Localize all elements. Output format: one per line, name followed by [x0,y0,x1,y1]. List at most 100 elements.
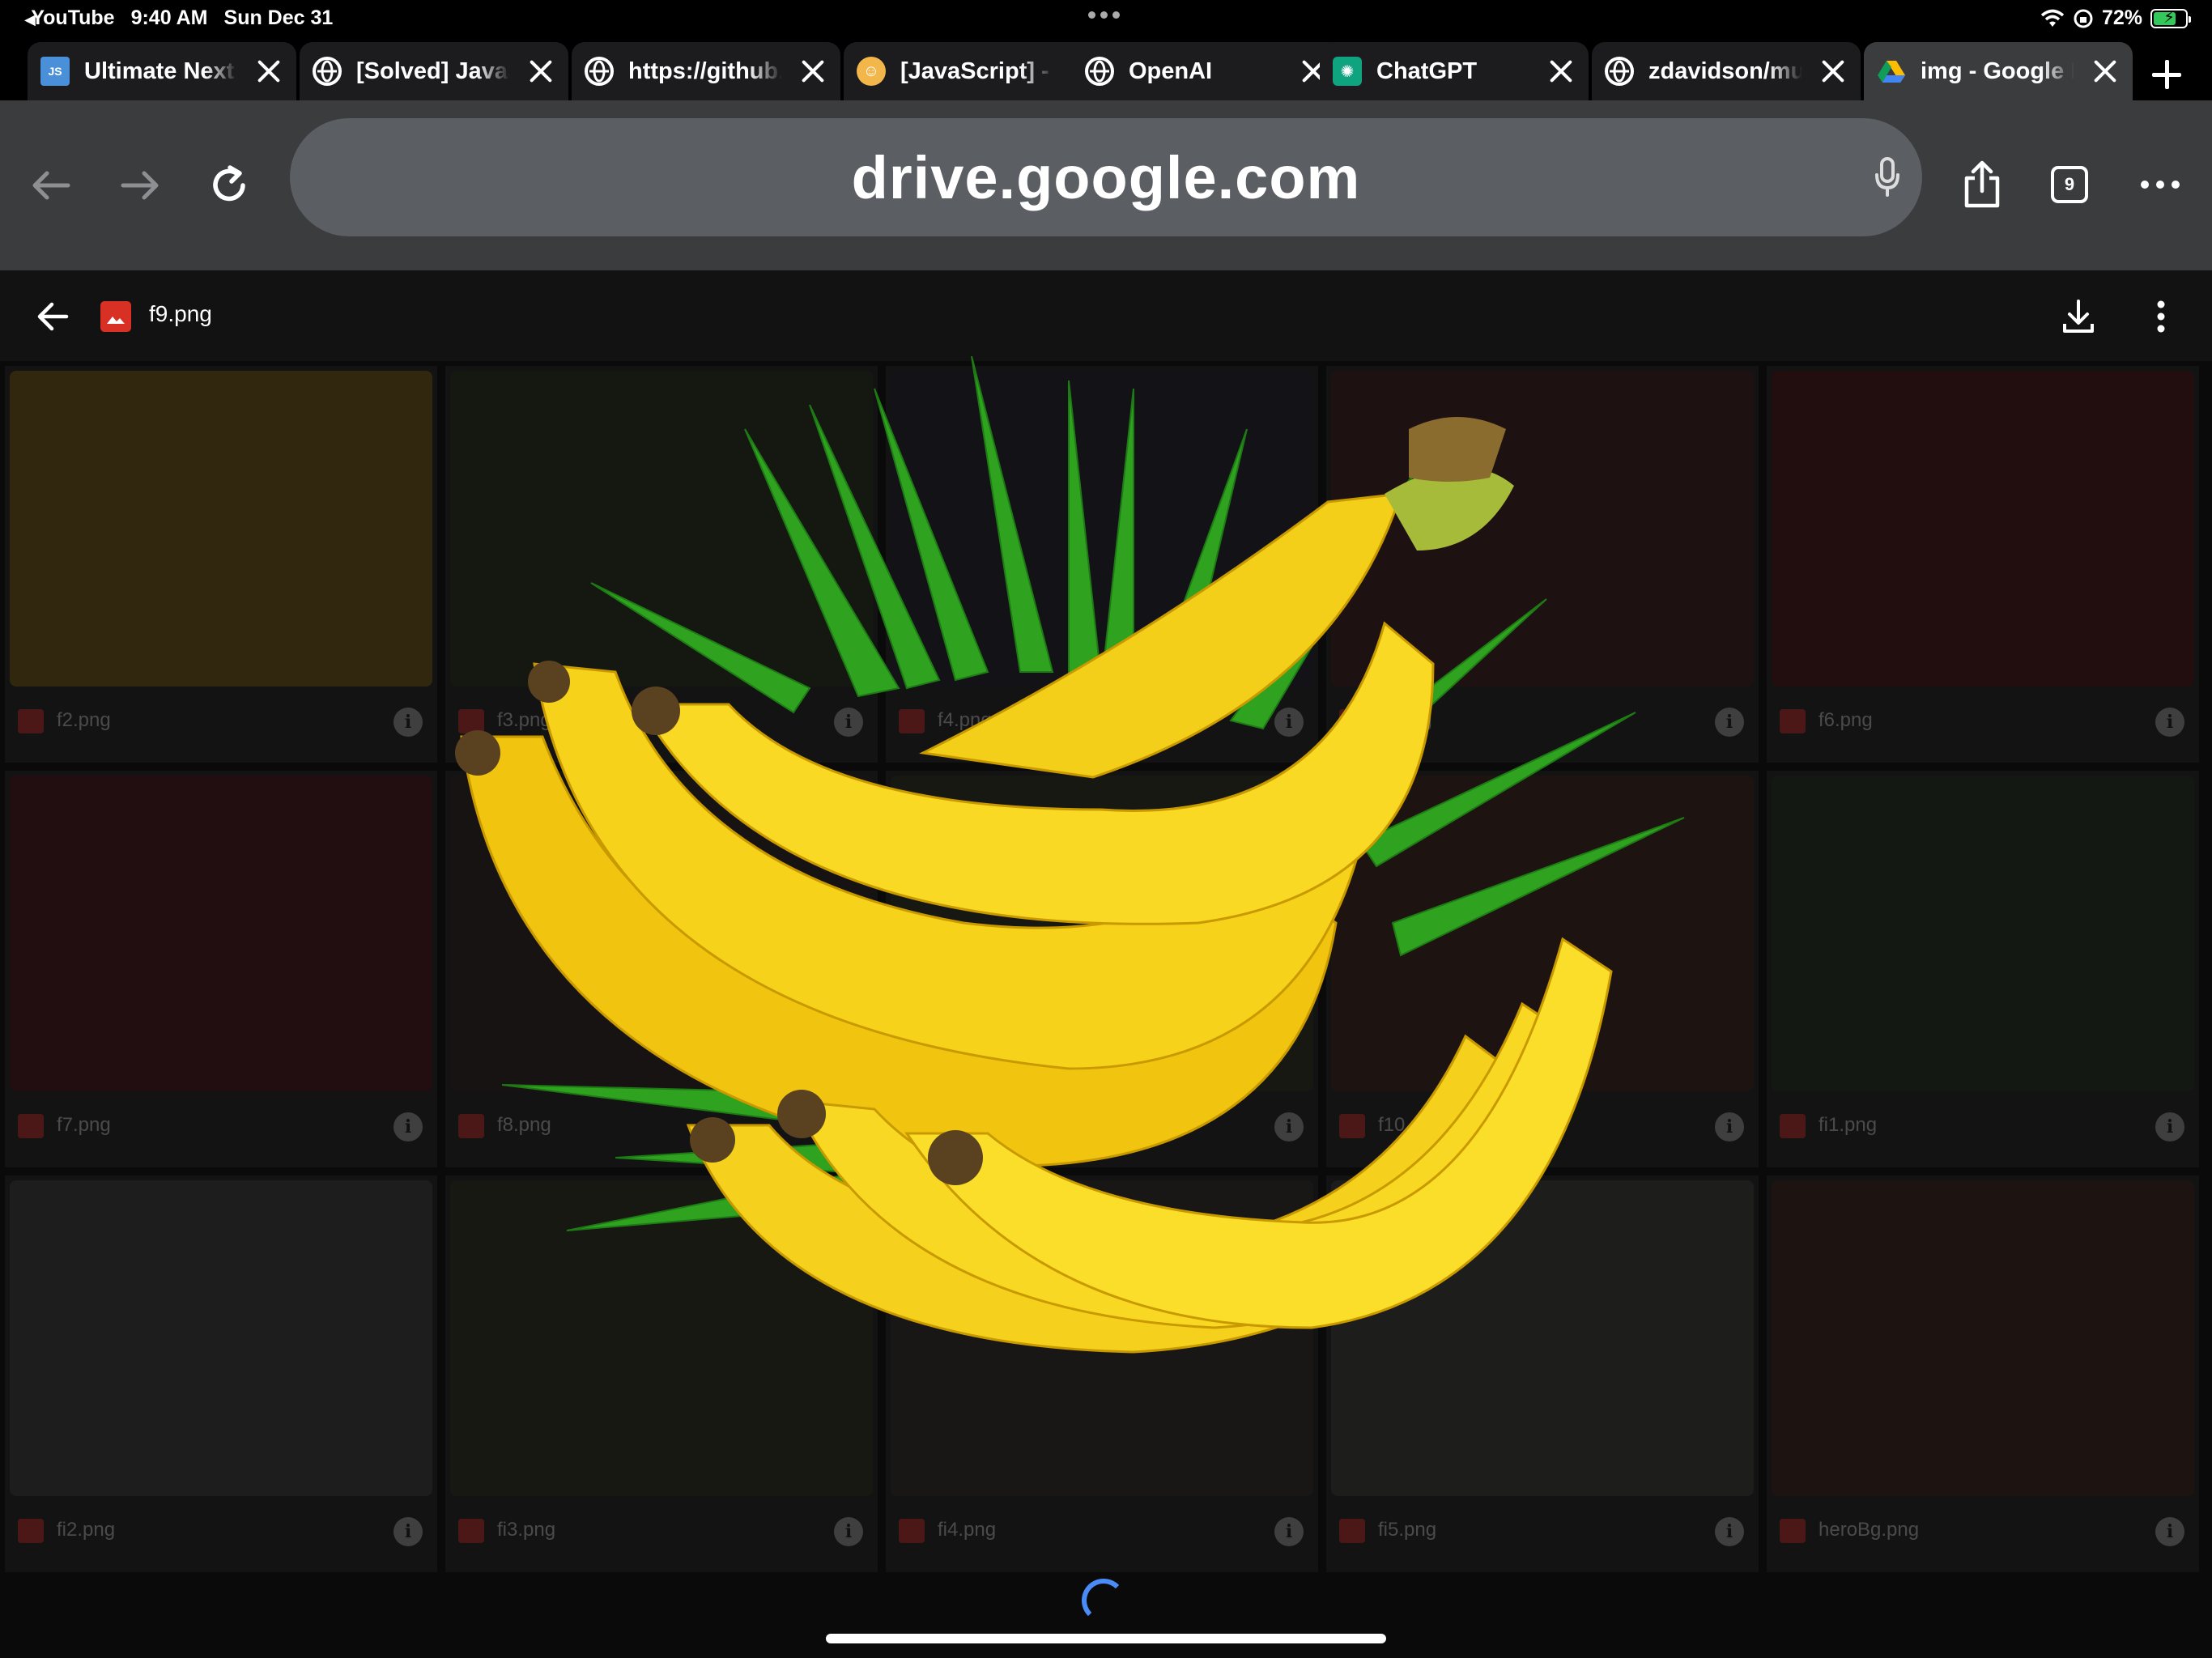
google-drive-icon [1877,57,1906,86]
file-thumbnail [10,1180,432,1496]
image-file-icon [18,709,44,733]
browser-toolbar: drive.google.com 9 [0,100,2212,270]
new-tab-button[interactable] [2142,50,2191,99]
image-file-icon [1780,1519,1806,1543]
file-tile[interactable]: f7.png i [5,771,437,1167]
address-bar[interactable]: drive.google.com [290,118,1922,236]
file-tile-name: fi5.png [1378,1519,1437,1541]
tab-5[interactable]: ✺ ChatGPT [1320,42,1589,100]
file-tile-name: fi2.png [57,1519,116,1541]
tab-1[interactable]: [Solved] JavaScript [300,42,568,100]
info-icon[interactable]: i [393,1517,423,1546]
tab-2[interactable]: https://github.com [572,42,840,100]
home-indicator[interactable] [826,1634,1386,1643]
status-time: 9:40 AM [130,6,208,29]
file-tile-name: f2.png [57,709,111,731]
info-icon[interactable]: i [2155,708,2184,737]
arrow-right-icon [121,171,159,200]
tab-4[interactable]: OpenAI [1072,42,1341,100]
file-tile-name: f7.png [57,1114,111,1136]
js-site-icon: JS [40,57,70,86]
forward-button[interactable] [112,157,168,214]
image-file-icon [458,1519,484,1543]
globe-icon [1605,57,1634,86]
info-icon[interactable]: i [1274,1517,1304,1546]
file-tile-name: fi3.png [497,1519,556,1541]
more-vertical-icon[interactable] [2149,298,2173,335]
file-thumbnail [1772,776,2194,1091]
image-file-icon [1339,1519,1365,1543]
tab-7[interactable]: img - Google Drive [1864,42,2133,100]
avatar-icon: ☺ [857,57,886,86]
file-thumbnail [10,371,432,687]
image-file-icon [18,1114,44,1138]
microphone-icon[interactable] [1874,157,1901,198]
tab-count-badge: 9 [2051,166,2088,203]
arrow-left-icon [32,171,70,200]
info-icon[interactable]: i [1715,1517,1744,1546]
info-icon[interactable]: i [2155,1517,2184,1546]
viewer-back-button[interactable] [32,296,73,337]
battery-percent: 72% [2101,6,2142,29]
image-file-icon [100,301,131,332]
info-icon[interactable]: i [2155,1112,2184,1141]
file-tile[interactable]: f2.png i [5,366,437,763]
back-to-app-link[interactable]: ◀ YouTube [24,6,115,30]
charging-bolt-icon: ⚡ [2163,8,2176,27]
close-tab-icon[interactable] [1817,55,1849,87]
share-button[interactable] [1951,154,2013,215]
tab-title: [Solved] JavaScript [356,57,510,84]
tab-title: Ultimate Next [84,57,235,84]
loading-spinner [1082,1579,1125,1622]
globe-icon [585,57,614,86]
tab-title: https://github.com [628,57,782,84]
status-date: Sun Dec 31 [223,6,334,29]
globe-icon [1085,57,1114,86]
tab-overview-button[interactable]: 9 [2039,154,2100,215]
tab-strip: JS Ultimate Next [Solved] JavaScript https:… [0,39,2212,100]
multitasking-dots-icon[interactable] [1088,11,1120,19]
address-text: drive.google.com [851,143,1361,211]
image-file-icon [18,1519,44,1543]
tab-title: ChatGPT [1376,57,1478,84]
file-thumbnail [1772,1180,2194,1496]
viewer-header: f9.png [0,270,2212,361]
wifi-icon [2040,9,2065,27]
back-button[interactable] [23,157,79,214]
close-tab-icon[interactable] [2089,55,2121,87]
close-tab-icon[interactable] [797,55,829,87]
chatgpt-icon: ✺ [1333,57,1362,86]
close-tab-icon[interactable] [525,55,557,87]
file-tile[interactable]: fi1.png i [1767,771,2199,1167]
file-tile-name: heroBg.png [1819,1519,1920,1541]
battery-icon: ⚡ [2150,8,2191,28]
tab-title: img - Google Drive [1921,57,2074,84]
more-horizontal-icon [2141,181,2180,189]
status-left: ◀ YouTube 9:40 AM Sun Dec 31 [24,6,333,30]
close-tab-icon[interactable] [253,55,285,87]
image-file-icon [899,1519,925,1543]
reload-icon [213,165,245,202]
file-tile[interactable]: f6.png i [1767,366,2199,763]
file-tile-name: fi4.png [938,1519,997,1541]
tab-0[interactable]: JS Ultimate Next [28,42,296,100]
share-icon [1964,160,2000,208]
download-icon[interactable] [2060,298,2097,335]
banana-preview-image [455,356,1685,1354]
file-thumbnail [10,776,432,1091]
tab-title: [JavaScript] - [900,57,1049,84]
more-menu-button[interactable] [2129,154,2191,215]
status-right: 72% ⚡ [2040,6,2191,30]
viewer-file-name: f9.png [149,301,212,326]
file-tile[interactable]: heroBg.png i [1767,1175,2199,1572]
globe-icon [313,57,342,86]
tab-title: OpenAI [1129,57,1213,84]
back-app-label: YouTube [31,6,115,29]
info-icon[interactable]: i [834,1517,863,1546]
orientation-lock-icon [2074,9,2093,28]
tab-title: zdavidson/mux [1648,57,1802,84]
reload-button[interactable] [201,157,257,214]
tab-6[interactable]: zdavidson/mux [1592,42,1861,100]
close-tab-icon[interactable] [1545,55,1577,87]
file-tile[interactable]: fi2.png i [5,1175,437,1572]
